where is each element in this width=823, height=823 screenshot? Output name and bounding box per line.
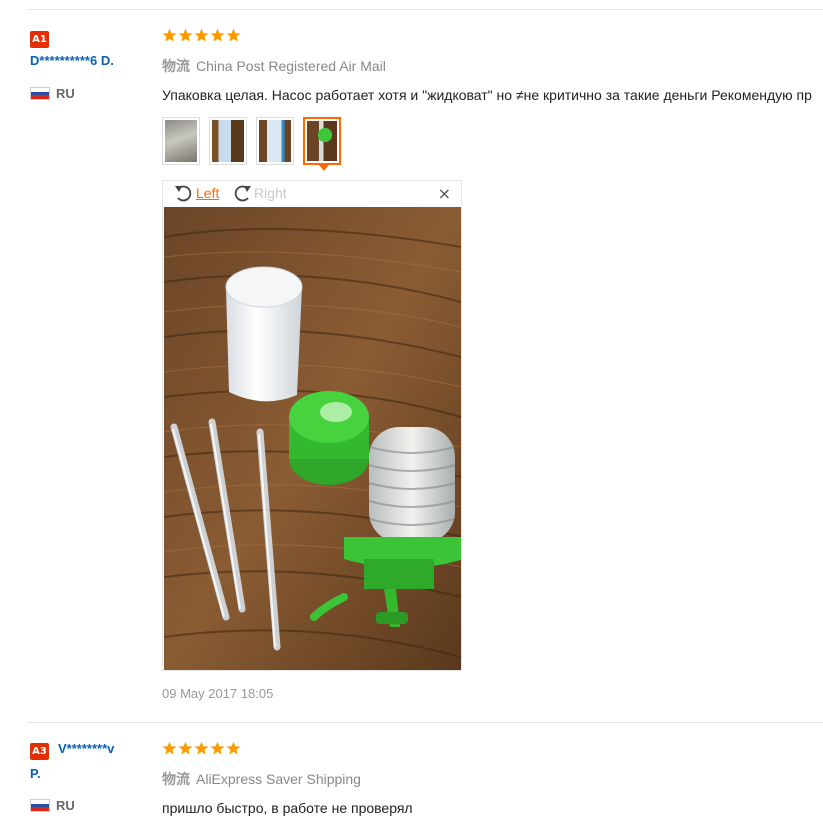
review-date: 09 May 2017 18:05	[162, 686, 274, 701]
logistics-label: 物流	[162, 772, 190, 788]
reviewer-name-continued[interactable]: P.	[30, 766, 41, 781]
logistics-method: China Post Registered Air Mail	[196, 58, 386, 74]
russia-flag-icon	[30, 87, 50, 100]
logistics-info: 物流 AliExpress Saver Shipping	[162, 769, 361, 789]
photo-thumbnails	[162, 117, 341, 171]
photo-thumbnail[interactable]	[209, 117, 247, 165]
star-icon	[162, 741, 177, 755]
reviewer-country: RU	[30, 86, 75, 101]
photo-viewer: Left Right ×	[162, 180, 462, 671]
buyer-level-badge: A3	[30, 743, 49, 760]
star-icon	[226, 28, 241, 42]
divider	[28, 9, 823, 10]
star-icon	[194, 28, 209, 42]
viewer-toolbar: Left Right ×	[163, 181, 461, 205]
reviewer-name[interactable]: D**********6 D.	[30, 53, 114, 68]
review-photo	[164, 207, 461, 670]
photo-thumbnail-selected[interactable]	[303, 117, 341, 171]
logistics-method: AliExpress Saver Shipping	[196, 771, 361, 787]
star-icon	[178, 28, 193, 42]
star-icon	[178, 741, 193, 755]
rotate-left-icon	[175, 185, 192, 202]
rotate-right-icon	[234, 185, 251, 202]
reviewer-country: RU	[30, 798, 75, 813]
rotate-left-button[interactable]: Left	[173, 183, 219, 203]
review-text: пришло быстро, в работе не проверял	[162, 800, 413, 816]
star-rating	[162, 28, 241, 43]
rotate-right-button[interactable]: Right	[231, 183, 287, 203]
russia-flag-icon	[30, 799, 50, 812]
star-icon	[210, 741, 225, 755]
divider	[28, 722, 823, 723]
logistics-label: 物流	[162, 59, 190, 75]
photo-thumbnail[interactable]	[162, 117, 200, 165]
star-icon	[194, 741, 209, 755]
star-rating	[162, 741, 241, 756]
star-icon	[210, 28, 225, 42]
reviewer-name[interactable]: V********v	[58, 741, 114, 756]
country-code: RU	[56, 798, 75, 813]
star-icon	[162, 28, 177, 42]
review-text: Упаковка целая. Насос работает хотя и "ж…	[162, 87, 812, 103]
star-icon	[226, 741, 241, 755]
country-code: RU	[56, 86, 75, 101]
buyer-level-badge: A1	[30, 31, 49, 48]
photo-thumbnail[interactable]	[256, 117, 294, 165]
logistics-info: 物流 China Post Registered Air Mail	[162, 56, 386, 76]
close-icon[interactable]: ×	[438, 184, 451, 203]
